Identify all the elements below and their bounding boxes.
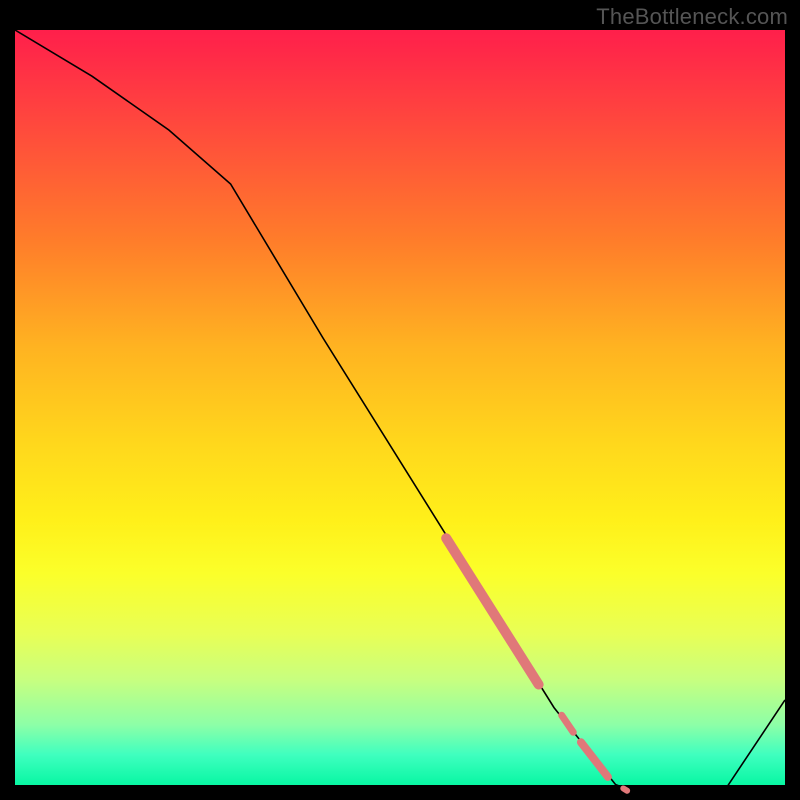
bottleneck-curve bbox=[15, 30, 785, 796]
plot-area bbox=[15, 30, 785, 785]
highlight-segment bbox=[446, 538, 538, 684]
chart-frame: TheBottleneck.com bbox=[0, 0, 800, 800]
attribution-label: TheBottleneck.com bbox=[596, 4, 788, 30]
highlight-segment bbox=[623, 788, 627, 790]
highlight-segments bbox=[446, 538, 627, 791]
highlight-segment bbox=[562, 715, 574, 732]
chart-overlay-svg bbox=[15, 30, 785, 800]
highlight-segment bbox=[581, 742, 608, 777]
